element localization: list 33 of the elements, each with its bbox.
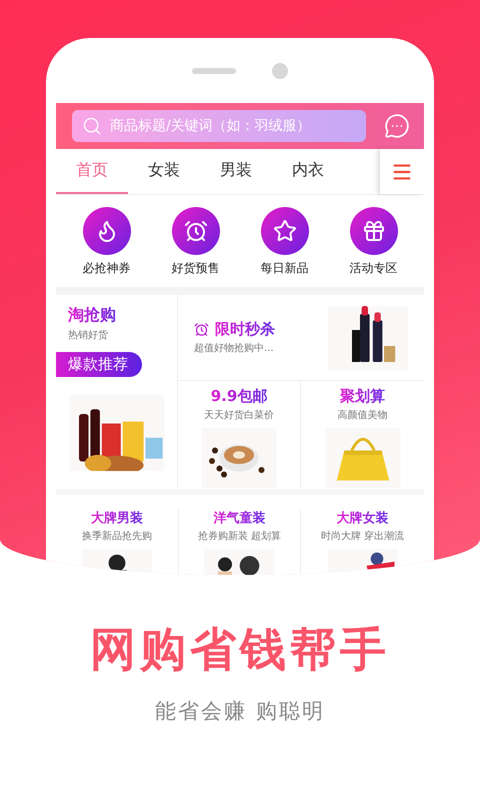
brand-title: 大牌女装 bbox=[336, 509, 389, 527]
menu-button[interactable] bbox=[380, 149, 424, 194]
deal-subtitle: 天天好货白菜价 bbox=[204, 408, 274, 422]
gift-icon bbox=[350, 207, 398, 255]
deal-subtitle: 高颜值美物 bbox=[338, 408, 388, 422]
shortcut-item[interactable]: 活动专区 bbox=[329, 207, 418, 277]
speaker-slot bbox=[192, 68, 236, 74]
brand-subtitle: 时尚大牌 穿出潮流 bbox=[321, 530, 404, 543]
deal-title: 9.9包邮 bbox=[210, 387, 268, 406]
camera-dot bbox=[272, 62, 288, 78]
tagline: 能省会赚 购聪明 bbox=[155, 698, 325, 725]
category-tab[interactable]: 男装 bbox=[200, 149, 272, 194]
deal-title: 聚划算 bbox=[340, 387, 385, 406]
brand-title: 大牌男装 bbox=[90, 509, 143, 527]
flame-icon bbox=[82, 207, 130, 255]
search-icon bbox=[82, 116, 102, 136]
shortcut-item[interactable]: 必抢神券 bbox=[62, 207, 151, 277]
brand-title: 洋气童装 bbox=[213, 509, 266, 527]
promo-subtitle: 热销好货 bbox=[68, 329, 109, 342]
alarm-icon bbox=[172, 207, 220, 255]
brand-subtitle: 换季新品抢先购 bbox=[82, 530, 152, 543]
flash-sale-title: 限时秒杀 bbox=[215, 320, 275, 339]
search-field[interactable]: 商品标题/关键词（如：羽绒服） bbox=[72, 110, 366, 142]
category-tab[interactable]: 内衣 bbox=[272, 149, 344, 194]
category-tab[interactable]: 女装 bbox=[128, 149, 200, 194]
brand-subtitle: 抢券购新装 超划算 bbox=[198, 530, 282, 543]
shortcut-item[interactable]: 好货预售 bbox=[151, 207, 240, 277]
hot-picks-badge[interactable]: 爆款推荐 bbox=[56, 352, 142, 377]
alarm-icon bbox=[194, 322, 209, 337]
shortcut-item[interactable]: 每日新品 bbox=[240, 207, 329, 277]
flash-sale-subtitle: 超值好物抢购中... bbox=[194, 342, 275, 355]
chat-icon[interactable] bbox=[384, 113, 410, 139]
headline: 网购省钱帮手 bbox=[90, 621, 390, 678]
